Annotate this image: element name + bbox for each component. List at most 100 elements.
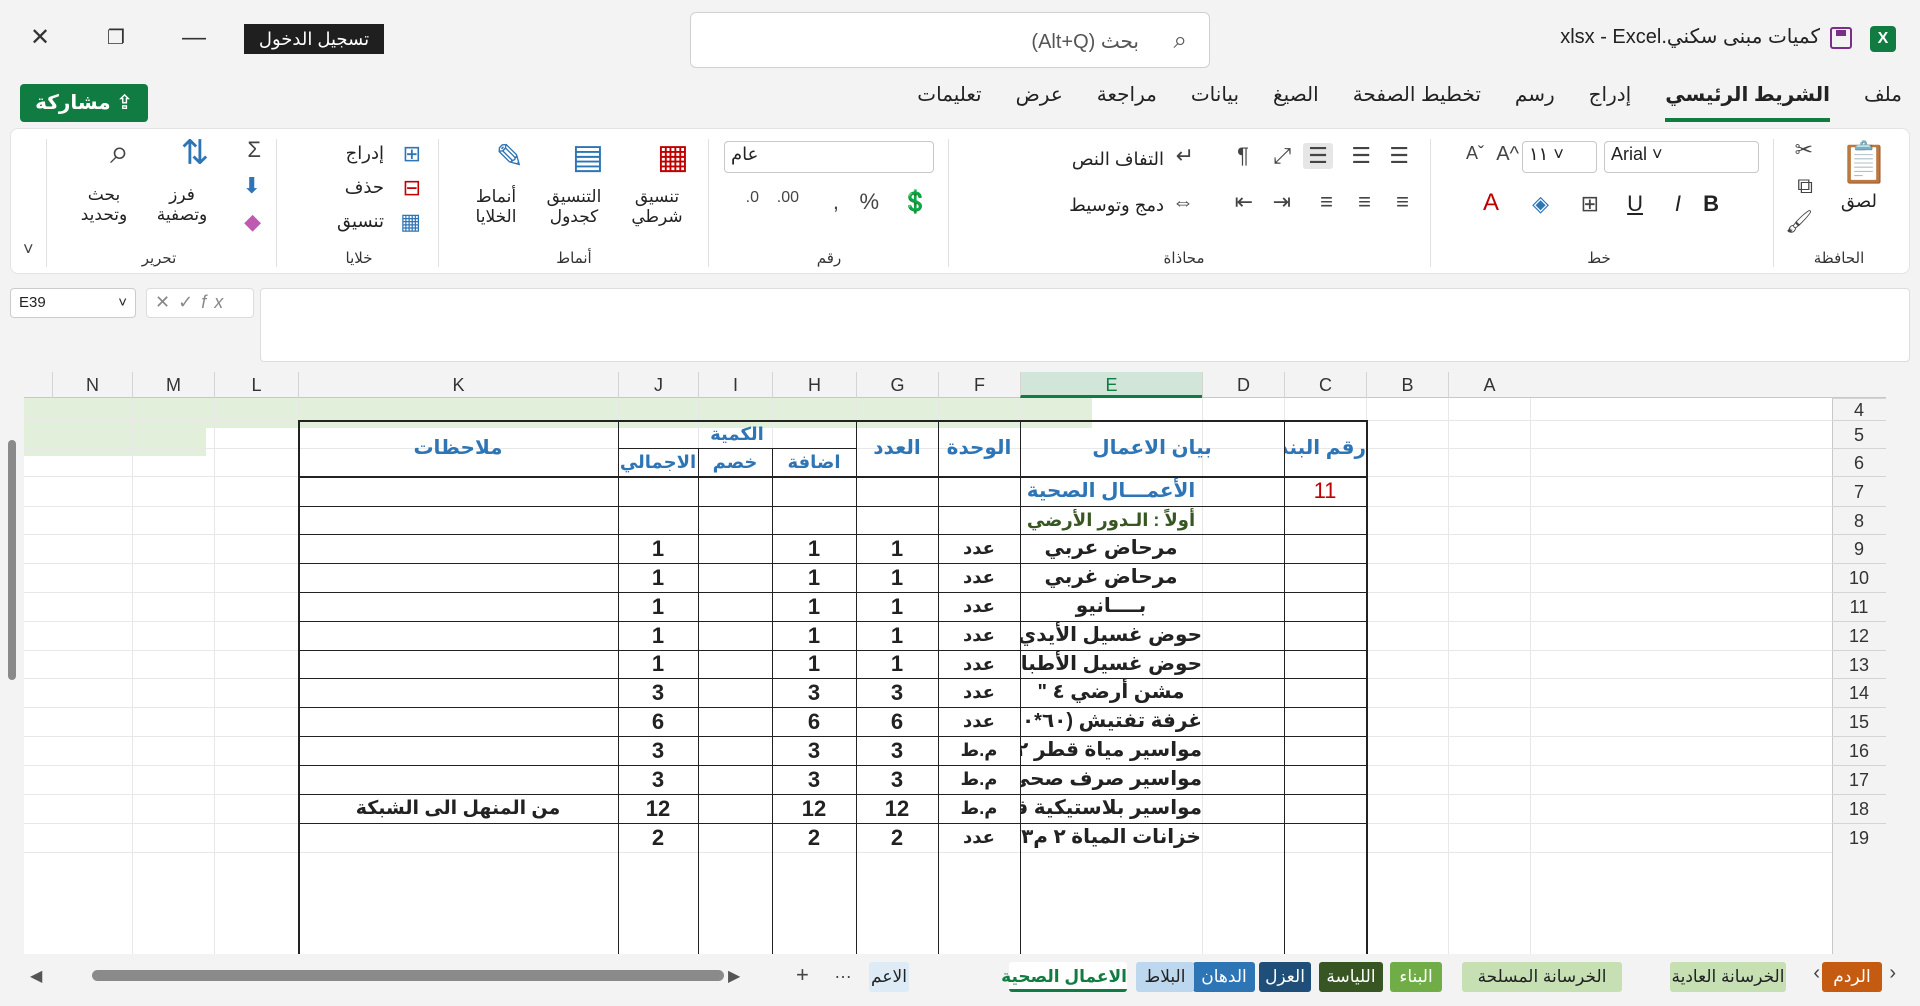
underline-button[interactable]: U: [1627, 191, 1643, 217]
font-color-icon[interactable]: A: [1483, 189, 1499, 217]
find-select-button[interactable]: بحث وتحديد: [69, 185, 139, 225]
section-title[interactable]: الأعمـــال الصحية: [1020, 476, 1202, 506]
share-button[interactable]: مشاركة ⇪: [20, 84, 148, 122]
row-total[interactable]: 2: [618, 823, 698, 852]
header-description[interactable]: بيان الاعمال: [1020, 420, 1284, 476]
vertical-scroll-thumb[interactable]: [8, 440, 16, 680]
cell-styles-icon[interactable]: ✎: [496, 137, 525, 177]
tab-4[interactable]: تخطيط الصفحة: [1353, 82, 1481, 122]
paste-icon[interactable]: 📋: [1839, 139, 1889, 189]
column-header-k[interactable]: K: [298, 372, 618, 398]
row-addition[interactable]: 3: [772, 678, 856, 707]
tab-8[interactable]: عرض: [1016, 82, 1063, 122]
more-sheets-icon[interactable]: …: [834, 962, 852, 983]
row-description[interactable]: مواسير صرف صحي قطر ٤ ": [1020, 765, 1202, 794]
column-header-f[interactable]: F: [938, 372, 1020, 398]
row-unit[interactable]: عدد: [938, 707, 1020, 736]
row-unit[interactable]: م.ط: [938, 736, 1020, 765]
tab-9[interactable]: تعليمات: [917, 82, 981, 122]
find-select-icon[interactable]: ⌕: [110, 133, 129, 172]
row-addition[interactable]: 6: [772, 707, 856, 736]
paste-label[interactable]: لصق: [1841, 191, 1877, 212]
cell-styles-button[interactable]: أنماط الخلايا: [461, 187, 531, 227]
minimize-icon[interactable]: —: [178, 22, 210, 54]
header-unit[interactable]: الوحدة: [938, 420, 1020, 476]
wrap-text-button[interactable]: التفاف النص: [1072, 149, 1164, 170]
row-total[interactable]: 1: [618, 592, 698, 621]
row-description[interactable]: بــــانيو: [1020, 592, 1202, 621]
borders-icon[interactable]: ⊞: [1581, 191, 1599, 217]
row-header-6[interactable]: 6: [1832, 448, 1886, 476]
clear-icon[interactable]: ◆: [244, 209, 261, 235]
column-header-j[interactable]: J: [618, 372, 698, 398]
row-total[interactable]: 6: [618, 707, 698, 736]
row-description[interactable]: مرحاض غربي: [1020, 563, 1202, 592]
column-header-c[interactable]: C: [1284, 372, 1366, 398]
row-description[interactable]: غرفة تفتيش (٦٠*٦٠): [1020, 707, 1202, 736]
row-header-14[interactable]: 14: [1832, 678, 1886, 707]
format-as-table-button[interactable]: التنسيق كجدول: [534, 187, 614, 227]
sheet-tab-6[interactable]: الدهان: [1193, 962, 1255, 992]
row-header-8[interactable]: 8: [1832, 506, 1886, 534]
row-total[interactable]: 1: [618, 563, 698, 592]
sheet-tab-3[interactable]: البناء: [1390, 962, 1442, 992]
column-header-b[interactable]: B: [1366, 372, 1448, 398]
column-header-e[interactable]: E: [1020, 372, 1202, 398]
signin-button[interactable]: تسجيل الدخول: [244, 24, 384, 54]
row-unit[interactable]: م.ط: [938, 794, 1020, 823]
row-total[interactable]: 1: [618, 534, 698, 563]
row-header-11[interactable]: 11: [1832, 592, 1886, 621]
enter-icon[interactable]: ✓: [178, 292, 201, 312]
cancel-icon[interactable]: ✕: [155, 292, 178, 312]
copy-icon[interactable]: ⧉: [1797, 173, 1813, 199]
column-header-m[interactable]: M: [132, 372, 214, 398]
row-unit[interactable]: عدد: [938, 563, 1020, 592]
row-description[interactable]: مواسير بلاستيكية قطر ٤ ": [1020, 794, 1202, 823]
insert-cells-button[interactable]: إدراج: [346, 143, 384, 164]
row-header-5[interactable]: 5: [1832, 420, 1886, 448]
sort-filter-icon[interactable]: ⇅: [181, 133, 210, 173]
column-header-d[interactable]: D: [1202, 372, 1284, 398]
fx-icon[interactable]: fx: [201, 292, 231, 312]
row-count[interactable]: 6: [856, 707, 938, 736]
row-description[interactable]: مواسير مياة قطر ١/٢ ": [1020, 736, 1202, 765]
row-count[interactable]: 1: [856, 563, 938, 592]
sheet-tab-1[interactable]: الخرسانة العادية: [1670, 962, 1786, 992]
font-name-select[interactable]: Arial ˅: [1604, 141, 1759, 173]
tab-1[interactable]: الشريط الرئيسي: [1665, 82, 1830, 122]
row-total[interactable]: 1: [618, 650, 698, 678]
merge-center-button[interactable]: دمج وتوسيط: [1069, 195, 1164, 216]
tab-2[interactable]: إدراج: [1589, 82, 1632, 122]
column-header-h[interactable]: H: [772, 372, 856, 398]
tab-5[interactable]: الصيغ: [1273, 82, 1319, 122]
row-header-13[interactable]: 13: [1832, 650, 1886, 678]
conditional-format-button[interactable]: تنسيق شرطي: [617, 187, 697, 227]
tab-7[interactable]: مراجعة: [1097, 82, 1157, 122]
align-left-icon[interactable]: ≡: [1320, 189, 1333, 215]
row-description[interactable]: حوض غسيل الأطباق: [1020, 650, 1202, 678]
row-count[interactable]: 1: [856, 650, 938, 678]
row-count[interactable]: 1: [856, 621, 938, 650]
sheet-tab-2[interactable]: الخرسانة المسلحة: [1462, 962, 1622, 992]
row-unit[interactable]: عدد: [938, 650, 1020, 678]
sheet-tab-4[interactable]: اللياسة: [1319, 962, 1383, 992]
text-direction-icon[interactable]: ¶: [1237, 143, 1249, 169]
row-addition[interactable]: 1: [772, 534, 856, 563]
number-format-select[interactable]: عام: [724, 141, 934, 173]
column-header-l[interactable]: L: [214, 372, 298, 398]
format-cells-button[interactable]: تنسيق: [337, 211, 384, 232]
align-right-icon[interactable]: ≡: [1396, 189, 1409, 215]
row-description[interactable]: حوض غسيل الأيدي: [1020, 621, 1202, 650]
row-header-17[interactable]: 17: [1832, 765, 1886, 794]
conditional-format-icon[interactable]: ▦: [657, 137, 689, 177]
add-sheet-icon[interactable]: +: [796, 962, 809, 988]
align-top-icon[interactable]: ☰: [1389, 143, 1409, 169]
row-unit[interactable]: م.ط: [938, 765, 1020, 794]
sheet-tab-5[interactable]: العزل: [1259, 962, 1311, 992]
header-notes[interactable]: ملاحظات: [298, 420, 618, 476]
header-addition[interactable]: اضافة: [772, 448, 856, 476]
row-total[interactable]: 3: [618, 765, 698, 794]
decrease-font-icon[interactable]: Aˇ: [1466, 143, 1484, 164]
row-addition[interactable]: 1: [772, 592, 856, 621]
row-header-19[interactable]: 19: [1832, 823, 1886, 852]
